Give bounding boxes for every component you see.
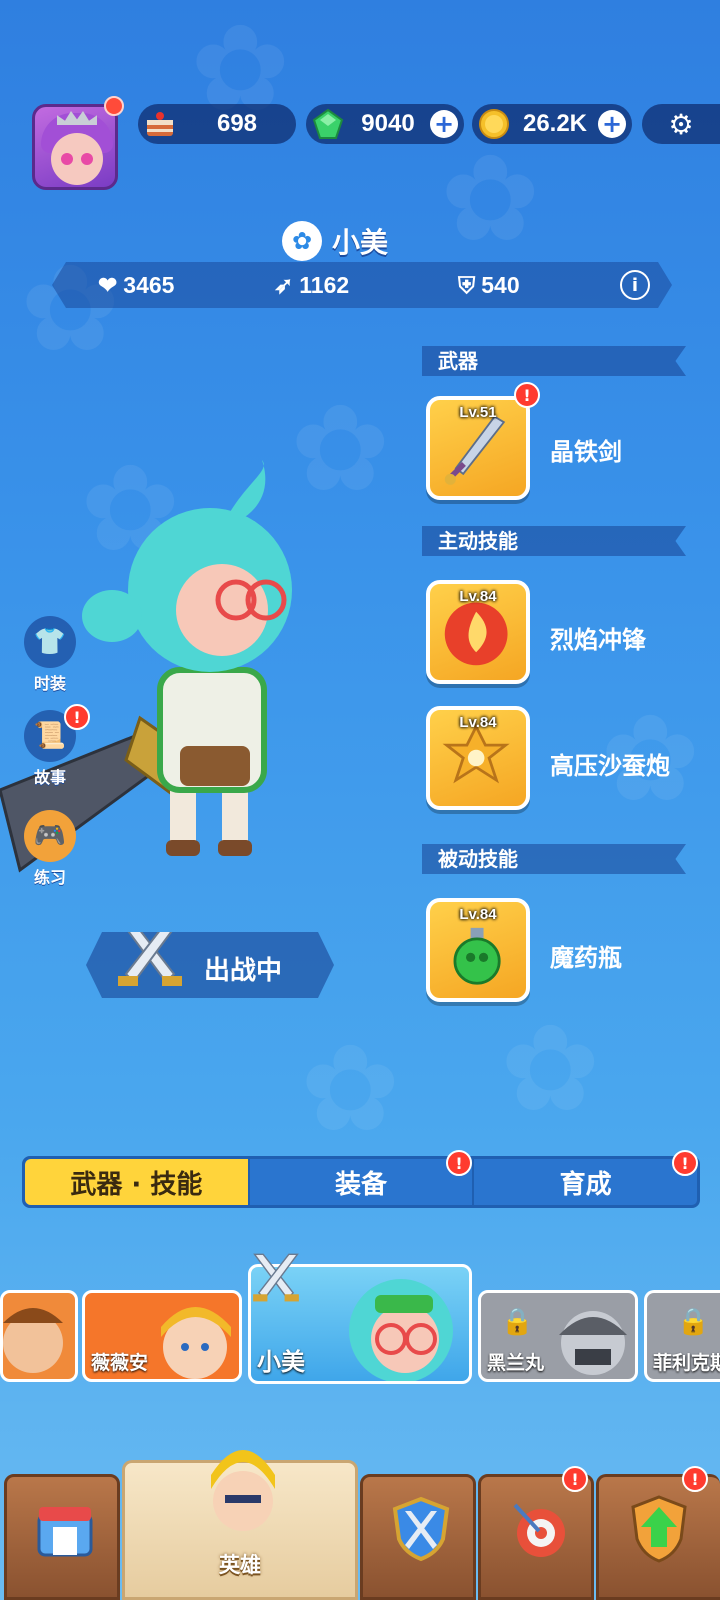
passive-skill-1-level: Lv.84 (459, 906, 497, 923)
nav-hero-tab[interactable]: 英雄 (122, 1450, 358, 1600)
cake-icon (147, 112, 173, 136)
active-skill-section-header: 主动技能 (422, 526, 686, 556)
hero-detail-tabs: 武器 · 技能 装备 育成 (22, 1156, 700, 1208)
passive-skill-section-header: 被动技能 (422, 844, 686, 874)
lock-icon: 🔒 (677, 1307, 710, 1337)
background-flower-pattern: ✿ (440, 130, 541, 269)
defense-stat: ⛨ 540 (458, 272, 520, 299)
active-skill-2-level: Lv.84 (459, 714, 497, 731)
active-skill-card-1[interactable]: Lv.84 (426, 580, 530, 684)
hp-value: 3465 (123, 271, 175, 298)
passive-skill-1-name: 魔药瓶 (550, 944, 622, 972)
weapon-card[interactable]: Lv.51 (426, 396, 530, 500)
roster-hero-name: 黑兰丸 (487, 1352, 545, 1374)
roster-hero-card-locked[interactable]: 🔒 菲利克斯 (644, 1290, 720, 1382)
shop-icon (37, 1507, 93, 1557)
coin-count: 26.2K (522, 110, 588, 137)
gear-icon: ⚙ (668, 107, 694, 141)
cake-resource: 698 (138, 104, 296, 144)
battle-shield-icon (392, 1496, 450, 1562)
add-gems-button[interactable]: + (430, 110, 458, 138)
active-skill-card-2[interactable]: Lv.84 (426, 706, 530, 810)
shield-icon: ⛨ (458, 271, 476, 298)
cake-count: 698 (216, 110, 258, 137)
roster-hero-name: 薇薇安 (91, 1352, 149, 1374)
nav-upgrade-tab[interactable] (596, 1474, 720, 1600)
roster-hero-name: 小美 (257, 1348, 305, 1376)
gem-resource: 9040 + (306, 104, 464, 144)
roster-hero-card[interactable] (0, 1290, 78, 1382)
equipment-alert-badge: ! (446, 1150, 472, 1176)
avatar-notification-dot (104, 96, 124, 116)
practice-button[interactable]: 🎮 练习 (24, 810, 76, 888)
hp-stat: ❤ 3465 (98, 272, 174, 299)
coin-resource: 26.2K + (472, 104, 632, 144)
active-skill-2-name: 高压沙蚕炮 (550, 752, 670, 780)
training-alert-badge: ! (672, 1150, 698, 1176)
story-label: 故事 (33, 768, 66, 787)
outfit-label: 时装 (33, 674, 66, 693)
green-gem-icon (312, 108, 344, 139)
battle-status-text: 出战中 (204, 956, 283, 986)
hero-portrait (349, 1279, 453, 1381)
tab-equipment[interactable]: 装备 (250, 1159, 475, 1205)
background-flower-pattern: ✿ (300, 1020, 401, 1159)
attack-stat: ➶ 1162 (274, 272, 349, 299)
hero-name: 小美 (332, 226, 389, 259)
hero-portrait (161, 1307, 231, 1379)
nav-hero-label: 英雄 (219, 1553, 261, 1577)
hero-portrait (3, 1308, 63, 1373)
weapon-section-header: 武器 (422, 346, 686, 376)
player-avatar[interactable] (32, 104, 118, 190)
bottom-navigation: 英雄 (0, 1450, 720, 1600)
upgrade-alert-badge: ! (682, 1466, 708, 1492)
add-coins-button[interactable]: + (598, 110, 626, 138)
upgrade-arrow-icon (631, 1495, 687, 1563)
target-dart-icon (513, 1503, 565, 1557)
defense-value: 540 (481, 271, 520, 298)
outfit-button[interactable]: 👕 时装 (24, 616, 76, 694)
hero-portrait (559, 1311, 627, 1375)
weapon-alert-badge: ! (514, 382, 540, 408)
active-skill-1-name: 烈焰冲锋 (550, 626, 646, 654)
deployed-crossed-swords-icon (253, 1253, 299, 1302)
info-icon[interactable]: i (620, 270, 650, 300)
hero-class-badge-icon: ✿ (282, 221, 322, 261)
tab-weapon-skills[interactable]: 武器 · 技能 (25, 1159, 250, 1205)
hero-icon (211, 1450, 275, 1531)
roster-hero-card-vivian[interactable]: 薇薇安 (82, 1290, 242, 1382)
passive-skill-card-1[interactable]: Lv.84 (426, 898, 530, 1002)
roster-hero-card-locked[interactable]: 🔒 黑兰丸 (478, 1290, 638, 1382)
hero-stats-bar: ❤ 3465 ➶ 1162 ⛨ 540 i (52, 262, 672, 308)
nav-battle-tab[interactable] (360, 1474, 476, 1600)
crossed-swords-icon (108, 914, 192, 998)
roster-hero-name: 菲利克斯 (653, 1352, 720, 1374)
practice-label: 练习 (33, 868, 66, 887)
attack-value: 1162 (299, 271, 350, 298)
attack-icon: ➶ (274, 271, 294, 298)
background-flower-pattern: ✿ (500, 1000, 601, 1139)
lock-icon: 🔒 (501, 1307, 534, 1337)
nav-shop-tab[interactable] (4, 1474, 120, 1600)
heart-icon: ❤ (98, 271, 118, 298)
shirt-icon: 👕 (24, 616, 76, 668)
target-alert-badge: ! (562, 1466, 588, 1492)
gamepad-icon: 🎮 (24, 810, 76, 862)
hero-name-row: ✿ 小美 (282, 220, 388, 262)
gem-count: 9040 (361, 110, 415, 137)
active-skill-1-level: Lv.84 (459, 588, 497, 605)
tab-training[interactable]: 育成 (474, 1159, 697, 1205)
settings-button[interactable]: ⚙ (642, 104, 720, 144)
gold-coin-icon (479, 109, 509, 139)
story-alert-badge: ! (64, 704, 90, 730)
nav-target-tab[interactable] (478, 1474, 594, 1600)
weapon-level: Lv.51 (459, 404, 497, 421)
weapon-name: 晶铁剑 (550, 438, 622, 466)
